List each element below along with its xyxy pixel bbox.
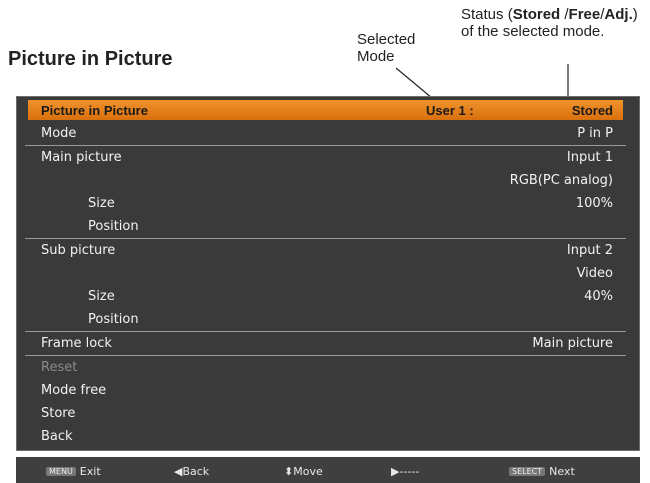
menu-key-icon: MENU: [46, 467, 76, 476]
row-value: Input 2: [566, 243, 613, 258]
footer-exit-label: Exit: [79, 465, 101, 478]
menu-row-main-position[interactable]: Position: [28, 215, 623, 237]
menu-row-sub-picture[interactable]: Sub picture Input 2: [28, 239, 623, 261]
row-label: Mode: [41, 126, 77, 141]
row-value: Video: [576, 266, 613, 281]
row-value: Input 1: [566, 150, 613, 165]
row-value: Main picture: [532, 336, 613, 351]
row-label: Back: [41, 429, 73, 444]
footer-right-label: -----: [399, 465, 420, 478]
row-label: Main picture: [41, 150, 122, 165]
osd-footer-bar: MENU Exit ◀Back ⬍Move ▶----- SELECT Next: [16, 457, 640, 483]
osd-menu-panel: Picture in Picture User 1 : Stored Mode …: [16, 96, 640, 451]
row-label: Size: [88, 196, 115, 211]
footer-move: ⬍Move: [284, 465, 323, 478]
row-label: Reset: [41, 360, 78, 375]
footer-move-label: Move: [293, 465, 323, 478]
menu-row-main-picture[interactable]: Main picture Input 1: [28, 146, 623, 168]
row-label: Position: [88, 219, 139, 234]
menu-header-bar[interactable]: Picture in Picture User 1 : Stored: [28, 100, 623, 120]
row-value: 40%: [584, 289, 613, 304]
menu-row-sub-size[interactable]: Size 40%: [28, 285, 623, 307]
row-label: Store: [41, 406, 76, 421]
row-value: 100%: [575, 196, 613, 211]
footer-exit: MENU Exit: [46, 465, 101, 478]
mode-status: Stored: [571, 103, 613, 118]
footer-next: SELECT Next: [509, 465, 575, 478]
mode-leader-line: [395, 67, 433, 99]
footer-right: ▶-----: [391, 465, 419, 478]
menu-row-mode-free[interactable]: Mode free: [28, 379, 623, 401]
menu-row-frame-lock[interactable]: Frame lock Main picture: [28, 332, 623, 354]
row-label: Mode free: [41, 383, 107, 398]
row-label: Sub picture: [41, 243, 116, 258]
mode-name: User 1 :: [426, 103, 474, 118]
row-label: Frame lock: [41, 336, 112, 351]
row-value: RGB(PC analog): [509, 173, 613, 188]
menu-row-sub-source: Video: [28, 262, 623, 284]
menu-row-back[interactable]: Back: [28, 425, 623, 447]
footer-back: ◀Back: [174, 465, 209, 478]
menu-row-main-size[interactable]: Size 100%: [28, 192, 623, 214]
up-down-arrow-icon: ⬍: [284, 465, 294, 478]
select-key-icon: SELECT: [509, 467, 546, 476]
menu-row-mode[interactable]: Mode P in P: [28, 122, 623, 144]
row-label: Size: [88, 289, 115, 304]
footer-back-label: Back: [182, 465, 210, 478]
menu-title: Picture in Picture: [41, 103, 148, 118]
menu-row-sub-position[interactable]: Position: [28, 308, 623, 330]
menu-row-reset: Reset: [28, 356, 623, 378]
row-label: Position: [88, 312, 139, 327]
menu-row-main-source: RGB(PC analog): [28, 169, 623, 191]
menu-row-store[interactable]: Store: [28, 402, 623, 424]
footer-next-label: Next: [549, 465, 575, 478]
row-value: P in P: [577, 126, 613, 141]
